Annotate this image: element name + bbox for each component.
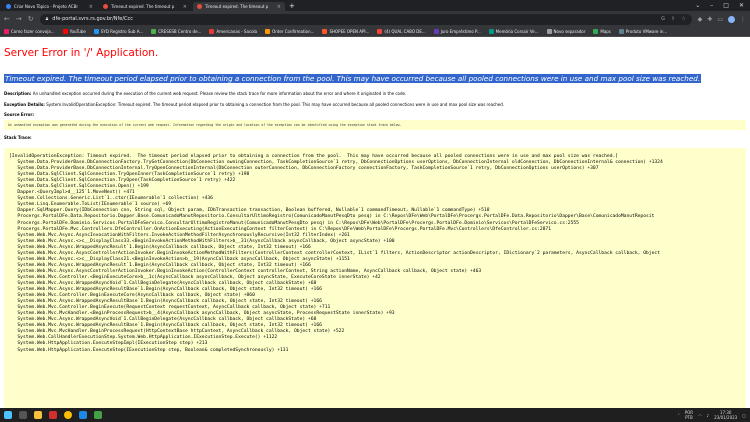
bookmark-icon bbox=[377, 29, 383, 34]
page-content: Server Error in '/' Application. Timeout… bbox=[0, 37, 750, 408]
bookmark-icon bbox=[322, 29, 328, 34]
bookmark-item[interactable]: Juro Empréstimo P... bbox=[433, 29, 481, 34]
tab-acbr[interactable]: Criar Novo Tópico - Projeto ACBr × bbox=[2, 2, 97, 11]
bookmark-item[interactable]: Como fazer convoja... bbox=[4, 29, 55, 34]
address-toolbar: ← → ↻ 🔒︎ dfe-portal.svrs.rs.gov.br/Nfe/C… bbox=[0, 11, 750, 27]
source-error-label: Source Error: bbox=[4, 112, 34, 117]
tab-title: Timeout expired. The timeout p bbox=[205, 4, 269, 9]
chevron-up-icon[interactable]: ˄ bbox=[678, 413, 680, 418]
url-text: dfe-portal.svrs.rs.gov.br/Nfe/Ccc bbox=[52, 16, 134, 22]
tab-title: Timeout expired. The timeout p bbox=[111, 4, 175, 9]
bookmark-item[interactable]: SHOPEE OPEN API... bbox=[322, 29, 369, 34]
bookmark-item[interactable]: Novo separador bbox=[546, 29, 585, 34]
sidebar-icon[interactable]: ▭ bbox=[717, 16, 723, 23]
bookmark-icon bbox=[209, 29, 215, 34]
bookmark-icon bbox=[265, 29, 271, 34]
stack-trace-box: [InvalidOperationException: Timeout expi… bbox=[4, 148, 746, 408]
bookmark-item[interactable]: Maps bbox=[593, 29, 611, 34]
bookmark-icon bbox=[488, 29, 494, 34]
input-language[interactable]: POR PTB bbox=[685, 410, 693, 420]
tab-favicon bbox=[6, 4, 11, 9]
extension-icon[interactable]: ◆ bbox=[698, 16, 703, 23]
exception-text: System.InvalidOperationException: Timeou… bbox=[46, 102, 505, 107]
stack-trace-line: System.Web.HttpApplication.ExecuteStep(I… bbox=[9, 347, 289, 353]
puzzle-icon[interactable]: ✚ bbox=[707, 16, 712, 23]
source-error-box: An unhandled exception was generated dur… bbox=[4, 120, 746, 130]
close-icon[interactable]: × bbox=[183, 4, 187, 10]
stack-trace-line: Procergs.PortalDFe.Data.Repositorio.Dapp… bbox=[9, 214, 655, 220]
maximize-button[interactable]: □ bbox=[723, 2, 729, 9]
tab-strip: Criar Novo Tópico - Projeto ACBr × Timeo… bbox=[0, 0, 750, 11]
reload-icon[interactable]: ↻ bbox=[28, 15, 34, 23]
clock[interactable]: 17:30 23/01/2023 bbox=[714, 410, 737, 420]
bookmark-item[interactable]: (4) QUAL CABO DE... bbox=[377, 29, 426, 34]
bookmark-item[interactable]: SYD Registro Sub A... bbox=[93, 29, 143, 34]
tab-timeout-2[interactable]: Timeout expired. The timeout p × bbox=[193, 2, 285, 11]
bookmark-item[interactable]: Produto VMware in... bbox=[618, 29, 667, 34]
bookmark-icon bbox=[618, 29, 624, 34]
wifi-icon[interactable]: ◠ bbox=[698, 413, 702, 418]
bookmark-item[interactable]: YouTube bbox=[62, 29, 86, 34]
file-explorer-icon[interactable] bbox=[34, 411, 42, 419]
speaker-icon[interactable]: ♪ bbox=[707, 413, 710, 418]
close-window-button[interactable]: ✕ bbox=[739, 2, 744, 9]
error-favicon bbox=[197, 4, 202, 9]
stack-trace-line: System.Web.Mvc.Async.AsyncControllerActi… bbox=[9, 250, 660, 256]
lock-icon[interactable]: 🔒︎ bbox=[46, 16, 49, 22]
bookmark-icon bbox=[93, 29, 99, 34]
error-message: Timeout expired. The timeout period elap… bbox=[4, 74, 702, 83]
bookmarks-bar: Como fazer convoja... YouTube SYD Regist… bbox=[0, 27, 750, 37]
description: Description: An unhandled exception occu… bbox=[4, 91, 746, 96]
app-icon[interactable] bbox=[49, 411, 57, 419]
bookmark-icon bbox=[151, 29, 157, 34]
app-icon[interactable] bbox=[79, 411, 87, 419]
bookmark-icon bbox=[433, 29, 439, 34]
close-icon[interactable]: × bbox=[277, 4, 281, 10]
app-icon[interactable] bbox=[94, 411, 102, 419]
bookmark-icon bbox=[4, 29, 9, 34]
notification-icon[interactable]: ▢ bbox=[742, 413, 746, 418]
back-icon[interactable]: ← bbox=[4, 15, 10, 23]
forward-icon[interactable]: → bbox=[16, 15, 22, 23]
chevron-down-icon[interactable]: ⌄ bbox=[695, 2, 700, 9]
close-icon[interactable]: × bbox=[89, 4, 93, 10]
error-favicon bbox=[103, 4, 108, 9]
description-text: An unhandled exception occurred during t… bbox=[32, 91, 407, 96]
exception-label: Exception Details: bbox=[4, 102, 45, 107]
bookmark-item[interactable]: CRESESB Centro de... bbox=[151, 29, 201, 34]
window-controls: ⌄ – □ ✕ bbox=[695, 0, 750, 11]
extensions-area: ◆ ✚ ▭ ⋮ bbox=[698, 15, 746, 23]
maps-icon bbox=[593, 29, 599, 34]
taskbar: ˄ POR PTB ◠ ♪ 17:30 23/01/2023 ▢ bbox=[0, 408, 750, 422]
menu-icon[interactable]: ⋮ bbox=[740, 16, 746, 23]
system-tray: ˄ POR PTB ◠ ♪ 17:30 23/01/2023 ▢ bbox=[678, 410, 746, 420]
star-icon[interactable]: ☆ bbox=[681, 16, 685, 22]
minimize-button[interactable]: – bbox=[710, 2, 713, 9]
windows-start-icon[interactable] bbox=[4, 411, 12, 419]
layout-label: PTB bbox=[685, 415, 693, 420]
avatar[interactable] bbox=[728, 15, 735, 23]
tab-timeout-1[interactable]: Timeout expired. The timeout p × bbox=[99, 2, 191, 11]
globe-icon bbox=[546, 29, 552, 34]
new-tab-button[interactable]: + bbox=[289, 2, 295, 11]
exception-details: Exception Details: System.InvalidOperati… bbox=[4, 102, 746, 107]
address-bar[interactable]: 🔒︎ dfe-portal.svrs.rs.gov.br/Nfe/Ccc G ⇪… bbox=[39, 13, 692, 25]
search-icon[interactable] bbox=[19, 411, 27, 419]
chrome-icon[interactable] bbox=[64, 411, 72, 419]
stack-trace-label: Stack Trace: bbox=[4, 135, 32, 140]
youtube-icon bbox=[62, 29, 68, 34]
page-title: Server Error in '/' Application. bbox=[4, 47, 159, 59]
bookmark-item[interactable]: Americanas - Sacola bbox=[209, 29, 257, 34]
bookmark-item[interactable]: Memória Corsair Ve... bbox=[488, 29, 539, 34]
share-icon[interactable]: ⇪ bbox=[671, 16, 675, 22]
google-lens-icon[interactable]: G bbox=[661, 16, 665, 22]
bookmark-item[interactable]: Order Confirmation... bbox=[265, 29, 314, 34]
tab-title: Criar Novo Tópico - Projeto ACBr bbox=[14, 4, 78, 9]
description-label: Description: bbox=[4, 91, 32, 96]
date-label: 23/01/2023 bbox=[714, 415, 738, 420]
